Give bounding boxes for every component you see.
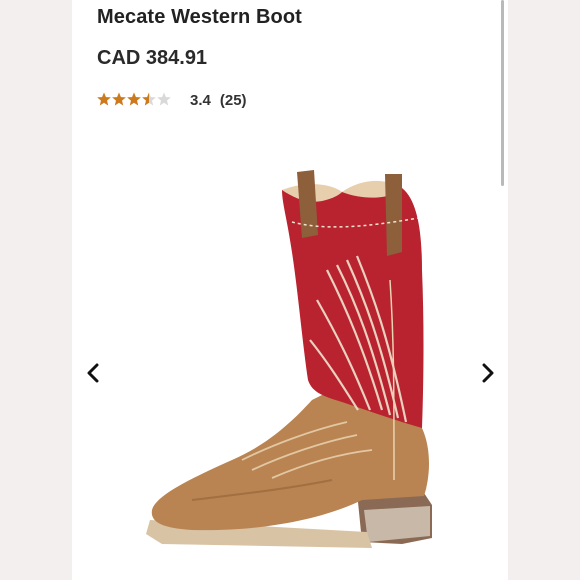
star-icon — [142, 93, 149, 106]
star-icons-filled — [97, 92, 149, 106]
rating-count[interactable]: (25) — [220, 92, 247, 109]
rating-stars — [97, 92, 173, 108]
chevron-left-icon — [87, 363, 99, 383]
star-icon — [112, 92, 126, 106]
star-icon — [97, 92, 111, 106]
rating-value: 3.4 — [190, 91, 211, 109]
right-background — [508, 0, 580, 580]
star-icon — [157, 92, 171, 106]
product-title: Mecate Western Boot — [97, 6, 302, 28]
star-icon — [127, 92, 141, 106]
product-price: CAD 384.91 — [97, 47, 208, 69]
chevron-right-icon — [482, 363, 494, 383]
boot-heel-stack — [364, 506, 430, 542]
left-background — [0, 0, 72, 580]
next-image-button[interactable] — [476, 361, 500, 385]
product-image — [146, 170, 432, 548]
boot-pull-strap — [385, 174, 402, 256]
previous-image-button[interactable] — [81, 361, 105, 385]
product-rating[interactable]: 3.4 (25) — [97, 90, 247, 110]
scrollbar-thumb[interactable] — [501, 0, 504, 186]
rating-fill — [97, 92, 149, 108]
product-panel: Mecate Western Boot CAD 384.91 3.4 (25) — [72, 0, 508, 580]
